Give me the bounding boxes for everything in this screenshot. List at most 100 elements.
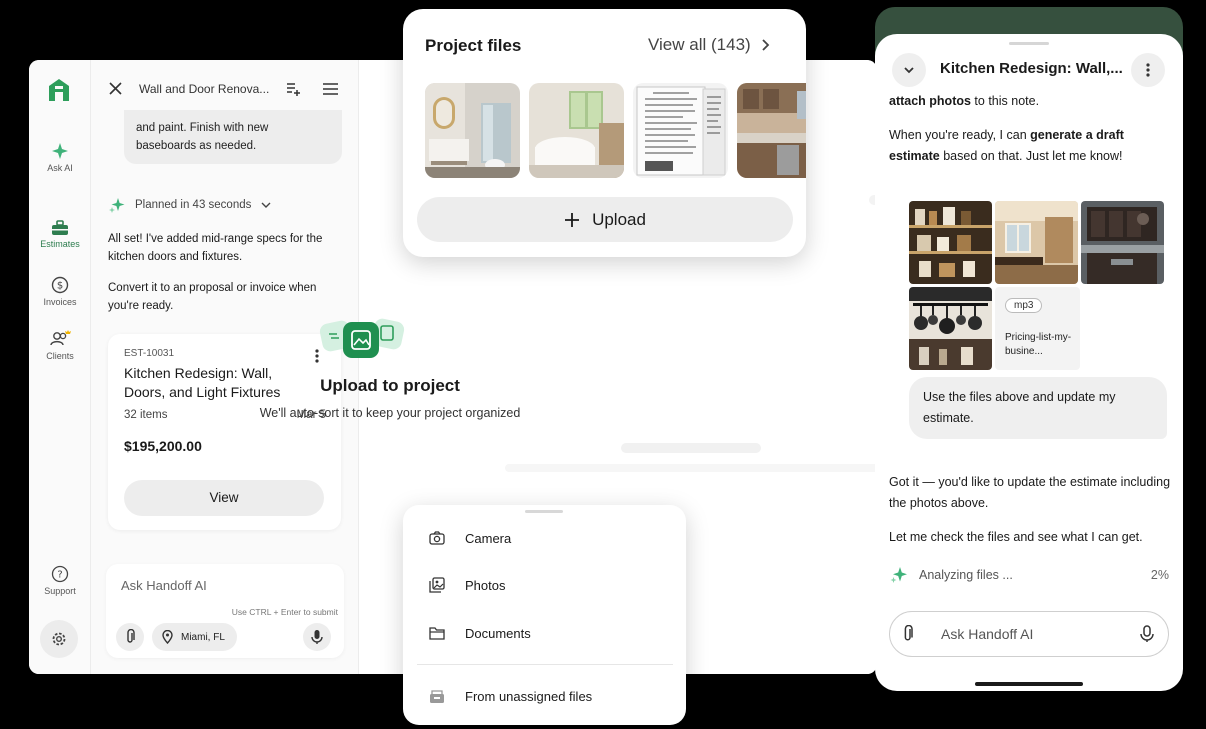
project-files-title: Project files: [425, 36, 522, 55]
location-label: Miami, FL: [181, 631, 225, 643]
upload-title: Upload to project: [320, 376, 460, 395]
ai-message: Got it — you'd like to update the estima…: [889, 475, 1171, 510]
menu-item-label: Camera: [465, 530, 512, 546]
user-message-bubble: and paint. Finish with new baseboards as…: [124, 110, 342, 164]
map-pin-icon: [162, 630, 173, 644]
kitchen-room-photo-thumbnail[interactable]: [995, 201, 1078, 284]
menu-divider: [417, 664, 673, 665]
paperclip-icon: [127, 629, 135, 643]
placeholder-line: [505, 464, 877, 472]
attach-button[interactable]: [116, 623, 144, 651]
rail-estimates[interactable]: Estimates: [29, 220, 91, 249]
view-all-link[interactable]: View all (143): [648, 35, 770, 55]
file-name: Pricing-list-my-busine...: [1005, 332, 1072, 357]
help-circle-icon: ?: [51, 565, 69, 583]
chat-input[interactable]: Ask Handoff AI Use CTRL + Enter to submi…: [106, 564, 344, 658]
bathroom-photo-thumbnail[interactable]: [425, 83, 520, 178]
mobile-chat-input[interactable]: Ask Handoff AI: [889, 611, 1169, 657]
mic-button[interactable]: [303, 623, 331, 651]
rail-label: Clients: [46, 351, 74, 361]
analyzing-status: Analyzing files ... 2%: [889, 565, 1169, 585]
menu-item-label: From unassigned files: [465, 688, 593, 704]
menu-item-documents[interactable]: Documents: [403, 613, 686, 653]
message-text: based on that. Just let me know!: [939, 149, 1123, 163]
nav-rail: Ask AI Estimates $ Invoices Clients ? Su…: [29, 60, 91, 674]
photos-icon: [429, 577, 445, 593]
estimate-id: EST-10031: [124, 348, 175, 359]
sparkle-icon: [890, 567, 907, 583]
planned-label: Planned in 43 seconds: [135, 199, 252, 211]
rail-label: Ask AI: [47, 163, 73, 173]
planned-status[interactable]: Planned in 43 seconds: [108, 196, 272, 214]
audio-file-attachment[interactable]: mp3 Pricing-list-my-busine...: [995, 287, 1080, 370]
ai-chat-panel: Wall and Door Renova... and paint. Finis…: [91, 60, 359, 674]
dark-kitchen-photo-thumbnail[interactable]: [1081, 201, 1164, 284]
upload-source-menu: Camera Photos Documents From unassigned …: [403, 505, 686, 725]
menu-item-label: Photos: [465, 577, 506, 593]
rail-invoices[interactable]: $ Invoices: [29, 276, 91, 307]
emphasis-text: attach photos: [889, 94, 971, 108]
view-all-label: View all (143): [648, 35, 751, 54]
home-indicator: [975, 682, 1083, 686]
paperclip-icon[interactable]: [902, 624, 914, 648]
document-scan-thumbnail[interactable]: [633, 83, 728, 178]
ai-message: All set! I've added mid-range specs for …: [108, 233, 323, 263]
drag-handle[interactable]: [1009, 42, 1049, 45]
close-icon[interactable]: [109, 82, 122, 100]
drag-handle[interactable]: [525, 510, 563, 513]
message-text: baseboards as needed.: [136, 140, 257, 152]
user-message-bubble: Use the files above and update my estima…: [909, 377, 1167, 439]
rail-label: Invoices: [43, 297, 77, 307]
hanging-pans-photo-thumbnail[interactable]: [909, 287, 992, 370]
rail-ask-ai[interactable]: Ask AI: [29, 142, 91, 173]
rail-support[interactable]: ? Support: [29, 565, 91, 596]
bathtub-photo-thumbnail[interactable]: [529, 83, 624, 178]
kitchen-photo-thumbnail[interactable]: [737, 83, 806, 178]
ai-message: Convert it to an proposal or invoice whe…: [108, 282, 317, 312]
chevron-right-icon: [762, 39, 769, 51]
location-chip[interactable]: Miami, FL: [152, 623, 237, 651]
chevron-down-icon: [261, 202, 271, 208]
file-type-badge: mp3: [1005, 298, 1043, 313]
handoff-logo-icon[interactable]: [46, 77, 72, 108]
settings-button[interactable]: [40, 620, 78, 658]
input-placeholder: Ask Handoff AI: [121, 578, 207, 593]
view-button[interactable]: View: [124, 480, 324, 516]
camera-icon: [429, 531, 445, 545]
users-icon: [50, 330, 71, 346]
collapse-button[interactable]: [892, 53, 926, 87]
ai-message: Let me check the files and see what I ca…: [889, 530, 1143, 544]
microphone-icon[interactable]: [1140, 625, 1154, 648]
rail-clients[interactable]: Clients: [29, 330, 91, 361]
svg-text:$: $: [57, 281, 63, 292]
chevron-down-icon: [904, 67, 914, 74]
menu-icon[interactable]: [323, 82, 338, 100]
menu-item-label: Documents: [465, 625, 531, 641]
new-note-icon[interactable]: [285, 81, 301, 102]
menu-item-photos[interactable]: Photos: [403, 565, 686, 605]
mobile-title: Kitchen Redesign: Wall,...: [940, 60, 1122, 77]
dollar-circle-icon: $: [51, 276, 69, 294]
gear-icon: [52, 632, 66, 646]
rail-label: Estimates: [40, 239, 80, 249]
message-text: When you're ready, I can: [889, 128, 1031, 142]
submit-hint: Use CTRL + Enter to submit: [231, 607, 338, 617]
upload-subtitle: We'll auto-sort it to keep your project …: [259, 406, 521, 420]
project-files-popup: Project files View all (143) Upload: [403, 9, 806, 257]
upload-label: Upload: [592, 209, 646, 229]
menu-item-unassigned-files[interactable]: From unassigned files: [403, 676, 686, 716]
toolbox-icon: [52, 220, 68, 235]
plus-icon: [565, 212, 580, 227]
inbox-icon: [430, 689, 444, 703]
estimate-amount: $195,200.00: [124, 438, 202, 454]
more-vertical-icon: [1146, 63, 1150, 77]
more-button[interactable]: [1131, 53, 1165, 87]
svg-text:?: ?: [57, 570, 62, 581]
placeholder-line: [621, 443, 761, 453]
chat-header: Wall and Door Renova...: [91, 60, 358, 116]
sparkle-icon: [109, 198, 125, 213]
pantry-photo-thumbnail[interactable]: [909, 201, 992, 284]
menu-item-camera[interactable]: Camera: [403, 518, 686, 558]
upload-button[interactable]: Upload: [417, 197, 793, 242]
estimate-card[interactable]: EST-10031 Kitchen Redesign: Wall, Doors,…: [108, 334, 341, 530]
